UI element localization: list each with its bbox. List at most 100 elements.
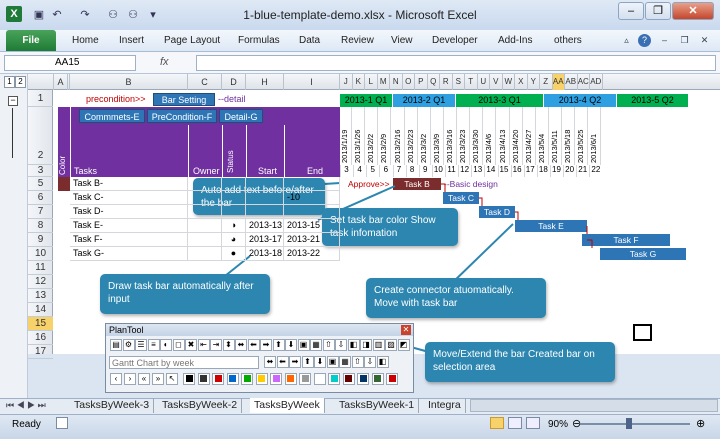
plantool-color-swatch[interactable]: [313, 373, 326, 385]
plantool-tool-icon[interactable]: ≡: [147, 339, 160, 351]
plantool-color-swatch[interactable]: [357, 373, 369, 385]
plantool-tool-icon[interactable]: ⇩: [335, 339, 347, 351]
task-end-cell[interactable]: 2013-15: [284, 219, 340, 233]
plantool-color-swatch[interactable]: [226, 373, 239, 385]
task-end-cell[interactable]: [284, 177, 340, 191]
plantool-scale-select[interactable]: Gantt Chart by week: [109, 356, 259, 369]
column-header-week[interactable]: J: [340, 74, 353, 90]
column-header-week[interactable]: AA: [552, 74, 565, 90]
plantool-nav-icon[interactable]: «: [138, 373, 150, 385]
plantool-tool-icon[interactable]: ◐: [160, 339, 172, 351]
plantool-color-swatch[interactable]: [284, 373, 297, 385]
task-name-cell[interactable]: Task D-: [70, 205, 188, 219]
zoom-in-icon[interactable]: ⊕: [696, 417, 705, 430]
sheet-tab-active[interactable]: TasksByWeek: [250, 398, 325, 413]
plantool-tool-icon[interactable]: ⇥: [210, 339, 222, 351]
column-header-week[interactable]: V: [490, 74, 503, 90]
page-break-view-icon[interactable]: [526, 417, 540, 429]
task-start-cell[interactable]: 2013-18: [246, 247, 284, 261]
task-name-cell[interactable]: Task E-: [70, 219, 188, 233]
row-header-15[interactable]: 15: [28, 317, 53, 331]
plantool-color-swatch[interactable]: [328, 373, 340, 385]
column-header-week[interactable]: AD: [590, 74, 603, 90]
column-header-week[interactable]: P: [415, 74, 428, 90]
column-header-week[interactable]: K: [353, 74, 365, 90]
plantool-nav-icon[interactable]: ↖: [166, 373, 178, 385]
plantool-tool-icon[interactable]: ➡: [289, 356, 301, 368]
task-name-cell[interactable]: Task C-: [70, 191, 188, 205]
plantool-tool-icon[interactable]: ⇧: [351, 356, 364, 368]
plantool-tool-icon[interactable]: ▣: [326, 356, 339, 368]
horizontal-scrollbar[interactable]: [470, 399, 718, 412]
plantool-tool-icon[interactable]: ▦: [339, 356, 351, 368]
task-owner-cell[interactable]: [188, 219, 222, 233]
row-header-6[interactable]: 6: [28, 191, 53, 205]
sheet-tab[interactable]: Integra: [424, 398, 466, 413]
task-end-cell[interactable]: 2013-22: [284, 247, 340, 261]
task-end-cell[interactable]: [284, 205, 340, 219]
plantool-title[interactable]: PlanTool: [106, 324, 413, 336]
macro-record-icon[interactable]: [56, 417, 68, 429]
row-header-17[interactable]: 17: [28, 345, 53, 359]
task-owner-cell[interactable]: [188, 177, 222, 191]
plantool-tool-icon[interactable]: ◧: [376, 356, 389, 368]
task-start-cell[interactable]: [246, 191, 284, 205]
task-start-cell[interactable]: [246, 205, 284, 219]
plantool-tool-icon[interactable]: ➡: [260, 339, 272, 351]
row-header-11[interactable]: 11: [28, 261, 53, 275]
plantool-tool-icon[interactable]: ⬌: [235, 339, 247, 351]
plantool-tool-icon[interactable]: ▦: [310, 339, 322, 351]
task-start-cell[interactable]: 2013-13: [246, 219, 284, 233]
task-name-cell[interactable]: Task F-: [70, 233, 188, 247]
plantool-color-swatch[interactable]: [270, 373, 282, 385]
column-header-week[interactable]: AB: [565, 74, 578, 90]
task-name-cell[interactable]: Task G-: [70, 247, 188, 261]
plantool-tool-icon[interactable]: ⬅: [276, 356, 289, 368]
plantool-tool-icon[interactable]: ⇤: [197, 339, 210, 351]
column-header-week[interactable]: Q: [428, 74, 440, 90]
plantool-tool-icon[interactable]: ◨: [360, 339, 372, 351]
plantool-color-swatch[interactable]: [183, 373, 195, 385]
plantool-tool-icon[interactable]: ⇩: [364, 356, 376, 368]
plantool-color-swatch[interactable]: [371, 373, 384, 385]
plantool-tool-icon[interactable]: ◻: [172, 339, 185, 351]
task-start-cell[interactable]: 2013-17: [246, 233, 284, 247]
task-owner-cell[interactable]: [188, 191, 222, 205]
plantool-tool-icon[interactable]: ⬅: [247, 339, 260, 351]
plantool-tool-icon[interactable]: ⬇: [314, 356, 326, 368]
plantool-tool-icon[interactable]: ▤: [110, 339, 122, 351]
row-header-16[interactable]: 16: [28, 331, 53, 345]
task-color-swatch[interactable]: [58, 177, 70, 191]
plantool-tool-icon[interactable]: ⬌: [264, 356, 276, 368]
plantool-nav-icon[interactable]: ›: [124, 373, 136, 385]
row-header-5[interactable]: 5: [28, 177, 53, 191]
zoom-slider-thumb[interactable]: [626, 418, 632, 429]
plantool-tool-icon[interactable]: ⬍: [222, 339, 235, 351]
plantool-color-swatch[interactable]: [197, 373, 210, 385]
plantool-nav-icon[interactable]: »: [152, 373, 164, 385]
plantool-color-swatch[interactable]: [386, 373, 398, 385]
sheet-tab[interactable]: TasksByWeek-2: [158, 398, 243, 413]
task-owner-cell[interactable]: [188, 247, 222, 261]
zoom-slider[interactable]: [580, 423, 690, 425]
plantool-tool-icon[interactable]: ▣: [297, 339, 310, 351]
column-header-week[interactable]: Y: [528, 74, 540, 90]
plantool-tool-icon[interactable]: ⚙: [122, 339, 135, 351]
column-header-week[interactable]: O: [403, 74, 415, 90]
plantool-close-icon[interactable]: ✕: [401, 325, 411, 335]
task-start-cell[interactable]: [246, 177, 284, 191]
column-header-week[interactable]: X: [515, 74, 528, 90]
column-header-week[interactable]: U: [478, 74, 490, 90]
plantool-tool-icon[interactable]: ◧: [347, 339, 360, 351]
plantool-color-swatch[interactable]: [241, 373, 253, 385]
plantool-color-swatch[interactable]: [212, 373, 224, 385]
plantool-tool-icon[interactable]: ◩: [397, 339, 410, 351]
column-header-week[interactable]: T: [465, 74, 478, 90]
column-header-week[interactable]: M: [378, 74, 390, 90]
row-header-14[interactable]: 14: [28, 303, 53, 317]
plantool-tool-icon[interactable]: ⬆: [272, 339, 285, 351]
row-header-12[interactable]: 12: [28, 275, 53, 289]
row-header-13[interactable]: 13: [28, 289, 53, 303]
page-layout-view-icon[interactable]: [508, 417, 522, 429]
task-name-cell[interactable]: Task B-: [70, 177, 188, 191]
